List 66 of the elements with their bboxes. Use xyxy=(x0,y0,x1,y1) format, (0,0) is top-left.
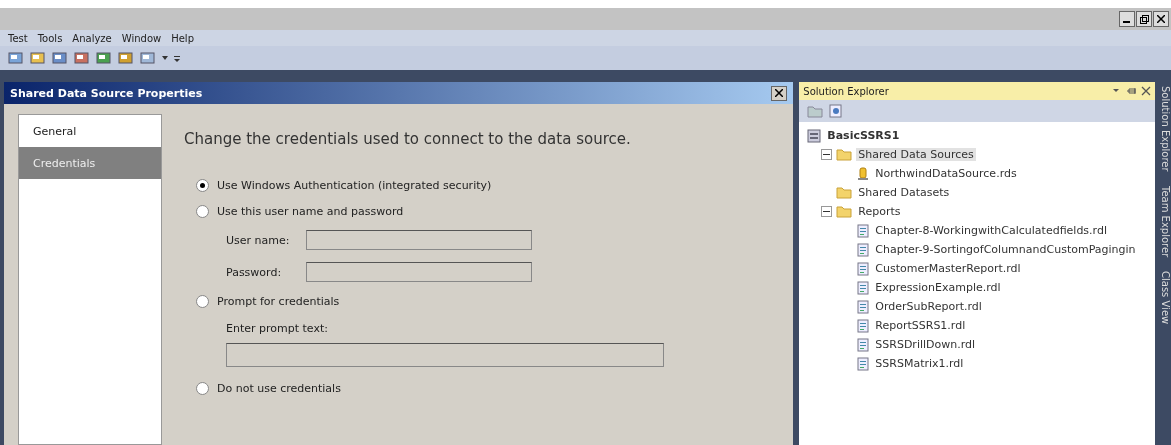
tree-item[interactable]: ExpressionExample.rdl xyxy=(873,281,1003,294)
report-icon xyxy=(857,280,870,295)
report-icon xyxy=(857,261,870,276)
tree-item[interactable]: Chapter-9-SortingofColumnandCustomPagingin xyxy=(873,243,1138,256)
tree-item[interactable]: CustomerMasterReport.rdl xyxy=(873,262,1023,275)
toolbar-icon[interactable] xyxy=(8,51,24,65)
report-icon xyxy=(857,223,870,238)
tree-item[interactable]: SSRSDrillDown.rdl xyxy=(873,338,978,351)
report-icon xyxy=(857,242,870,257)
toolbar-icon[interactable] xyxy=(52,51,68,65)
tree-item[interactable]: Shared Datasets xyxy=(856,186,952,199)
toolbar-icon[interactable] xyxy=(30,51,46,65)
report-icon xyxy=(857,356,870,371)
report-icon xyxy=(857,337,870,352)
radio-label: Prompt for credentials xyxy=(217,294,340,308)
menu-item[interactable]: Window xyxy=(121,32,162,44)
tree-item[interactable]: SSRSMatrix1.rdl xyxy=(873,357,966,370)
radio-button[interactable] xyxy=(196,294,209,308)
tree-item[interactable]: NorthwindDataSource.rds xyxy=(873,167,1019,180)
expander-icon[interactable] xyxy=(821,206,833,217)
close-icon[interactable] xyxy=(1153,11,1169,27)
radio-button[interactable] xyxy=(196,381,209,395)
folder-icon xyxy=(836,186,853,199)
field-label: User name: xyxy=(226,233,291,247)
minimize-icon[interactable] xyxy=(1119,11,1135,27)
field-label: Password: xyxy=(226,265,283,279)
solution-icon xyxy=(807,128,822,143)
panel-title: Solution Explorer xyxy=(803,85,889,97)
field-label: Enter prompt text: xyxy=(226,322,329,335)
toolbar-icon[interactable] xyxy=(74,51,90,65)
page-tab[interactable]: Credentials xyxy=(19,147,161,179)
database-icon xyxy=(857,166,870,181)
radio-button[interactable] xyxy=(196,178,209,192)
radio-label: Do not use credentials xyxy=(217,381,341,395)
expander-icon[interactable] xyxy=(821,149,833,160)
radio-label: Use Windows Authentication (integrated security) xyxy=(217,178,492,192)
tree-item[interactable]: OrderSubReport.rdl xyxy=(873,300,984,313)
dropdown-arrow-icon[interactable] xyxy=(162,56,168,60)
folder-icon xyxy=(836,148,853,161)
side-tab[interactable]: Solution Explorer xyxy=(1155,86,1171,172)
tree-item[interactable]: Chapter-8-WorkingwithCalculatedfields.rdl xyxy=(873,224,1109,237)
radio-label: Use this user name and password xyxy=(217,204,404,218)
toolbar-icon[interactable] xyxy=(140,51,156,65)
folder-icon xyxy=(836,205,853,218)
report-icon xyxy=(857,299,870,314)
menu-item[interactable]: Test xyxy=(8,32,28,44)
toolbar-icon[interactable] xyxy=(118,51,134,65)
toolbar-icon[interactable] xyxy=(96,51,112,65)
tree-item[interactable]: ReportSSRS1.rdl xyxy=(873,319,968,332)
tree-item[interactable]: Shared Data Sources xyxy=(856,148,976,161)
side-tab[interactable]: Class View xyxy=(1155,270,1171,325)
restore-icon[interactable] xyxy=(1136,11,1152,27)
tree-item[interactable]: BasicSSRS1 xyxy=(825,129,902,142)
menu-item[interactable]: Analyze xyxy=(72,32,112,44)
close-icon[interactable] xyxy=(771,85,788,101)
tree-item[interactable]: Reports xyxy=(856,205,903,218)
properties-icon[interactable] xyxy=(829,104,844,118)
side-tab[interactable]: Team Explorer xyxy=(1155,185,1171,257)
menu-item[interactable]: Help xyxy=(171,32,194,44)
overflow-icon[interactable] xyxy=(174,53,180,63)
menu-item[interactable]: Tools xyxy=(37,32,63,44)
radio-button[interactable] xyxy=(196,204,209,218)
dialog-title: Shared Data Source Properties xyxy=(10,86,203,100)
dialog-heading: Change the credentials used to connect to the data source. xyxy=(184,130,632,148)
panel-controls-icon[interactable] xyxy=(1111,86,1151,96)
report-icon xyxy=(857,318,870,333)
